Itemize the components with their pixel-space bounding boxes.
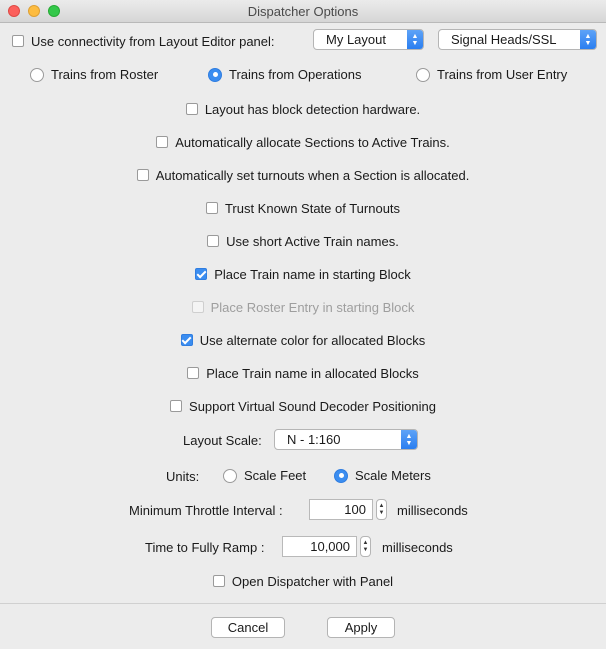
checkbox-box[interactable]	[180, 334, 193, 346]
radio-scale-meters[interactable]: Scale Meters	[334, 468, 431, 483]
checkbox-box[interactable]	[195, 268, 208, 280]
ramp-time-unit: milliseconds	[382, 540, 453, 555]
radio-button[interactable]	[208, 67, 222, 82]
layout-scale-value: N - 1:160	[287, 432, 341, 447]
checkbox-label: Place Roster Entry in starting Block	[210, 299, 415, 315]
apply-button[interactable]: Apply	[327, 617, 395, 638]
use-connectivity-checkbox[interactable]: Use connectivity from Layout Editor pane…	[12, 34, 275, 49]
layout-scale-label: Layout Scale:	[183, 433, 262, 448]
checkbox-box[interactable]	[205, 202, 218, 214]
checkbox-label: Trust Known State of Turnouts	[224, 200, 401, 216]
checkbox-label: Open Dispatcher with Panel	[231, 573, 394, 589]
window-title: Dispatcher Options	[247, 4, 359, 19]
checkbox-label: Layout has block detection hardware.	[204, 101, 421, 117]
chevron-updown-icon: ▲ ▼	[580, 30, 596, 49]
use-connectivity-label: Use connectivity from Layout Editor pane…	[31, 33, 275, 49]
ramp-time-stepper[interactable]: ▲ ▼	[360, 536, 371, 557]
checkbox-label: Place Train name in allocated Blocks	[206, 365, 419, 381]
radio-trains-from-user-entry[interactable]: Trains from User Entry	[416, 67, 567, 82]
train-name-allocated-blocks-checkbox[interactable]: Place Train name in allocated Blocks	[187, 365, 419, 381]
radio-trains-from-operations[interactable]: Trains from Operations	[208, 67, 361, 82]
radio-label: Scale Feet	[244, 468, 307, 483]
alternate-color-checkbox[interactable]: Use alternate color for allocated Blocks	[180, 332, 426, 348]
auto-allocate-sections-checkbox[interactable]: Automatically allocate Sections to Activ…	[156, 135, 450, 150]
radio-label: Trains from User Entry	[437, 67, 568, 82]
use-connectivity-checkbox-box[interactable]	[12, 35, 24, 47]
checkbox-box[interactable]	[207, 235, 220, 247]
checkbox-box[interactable]	[156, 136, 169, 148]
radio-label: Scale Meters	[355, 468, 431, 483]
checkbox-box	[191, 301, 204, 313]
block-detection-checkbox[interactable]: Layout has block detection hardware.	[185, 101, 421, 117]
checkbox-label: Automatically allocate Sections to Activ…	[175, 134, 450, 150]
radio-button[interactable]	[334, 468, 348, 483]
trust-turnout-state-checkbox[interactable]: Trust Known State of Turnouts	[205, 200, 401, 216]
radio-label: Trains from Operations	[229, 67, 362, 82]
radio-button[interactable]	[416, 67, 430, 82]
units-label: Units:	[166, 469, 200, 484]
radio-trains-from-roster[interactable]: Trains from Roster	[30, 67, 158, 82]
checkbox-label: Automatically set turnouts when a Sectio…	[155, 167, 470, 183]
radio-scale-feet[interactable]: Scale Feet	[223, 468, 306, 483]
checkbox-label: Support Virtual Sound Decoder Positionin…	[189, 398, 436, 414]
checkbox-label: Use short Active Train names.	[226, 233, 399, 249]
open-with-panel-checkbox[interactable]: Open Dispatcher with Panel	[212, 573, 394, 589]
checkbox-box[interactable]	[185, 103, 198, 115]
dispatcher-options-window: Dispatcher Options Use connectivity from…	[0, 0, 606, 649]
radio-label: Trains from Roster	[51, 67, 159, 82]
title-bar[interactable]: Dispatcher Options	[0, 0, 606, 23]
throttle-interval-input[interactable]: 100	[309, 499, 373, 520]
checkbox-box[interactable]	[136, 169, 149, 181]
roster-entry-starting-block-checkbox: Place Roster Entry in starting Block	[191, 299, 415, 315]
train-name-starting-block-checkbox[interactable]: Place Train name in starting Block	[195, 267, 411, 282]
checkbox-box[interactable]	[212, 575, 225, 587]
signal-type-select[interactable]: Signal Heads/SSL ▲ ▼	[438, 29, 597, 50]
checkbox-box[interactable]	[187, 367, 200, 379]
layout-select[interactable]: My Layout ▲ ▼	[313, 29, 424, 50]
chevron-updown-icon: ▲ ▼	[407, 30, 423, 49]
virtual-sound-decoder-checkbox[interactable]: Support Virtual Sound Decoder Positionin…	[170, 399, 436, 414]
chevron-updown-icon: ▲ ▼	[401, 430, 417, 449]
signal-type-select-value: Signal Heads/SSL	[451, 32, 557, 47]
checkbox-label: Use alternate color for allocated Blocks	[199, 332, 426, 348]
cancel-button[interactable]: Cancel	[211, 617, 285, 638]
checkbox-box[interactable]	[170, 400, 183, 412]
ramp-time-label: Time to Fully Ramp :	[145, 540, 265, 555]
layout-scale-select[interactable]: N - 1:160 ▲ ▼	[274, 429, 418, 450]
radio-button[interactable]	[30, 67, 44, 82]
checkbox-label: Place Train name in starting Block	[214, 266, 411, 282]
ramp-time-input[interactable]: 10,000	[282, 536, 357, 557]
radio-button[interactable]	[223, 468, 237, 483]
auto-set-turnouts-checkbox[interactable]: Automatically set turnouts when a Sectio…	[136, 167, 470, 183]
throttle-interval-unit: milliseconds	[397, 503, 468, 518]
divider	[0, 603, 606, 604]
layout-select-value: My Layout	[326, 32, 386, 47]
throttle-interval-stepper[interactable]: ▲ ▼	[376, 499, 387, 520]
throttle-interval-label: Minimum Throttle Interval :	[129, 503, 283, 518]
short-train-names-checkbox[interactable]: Use short Active Train names.	[207, 234, 399, 249]
